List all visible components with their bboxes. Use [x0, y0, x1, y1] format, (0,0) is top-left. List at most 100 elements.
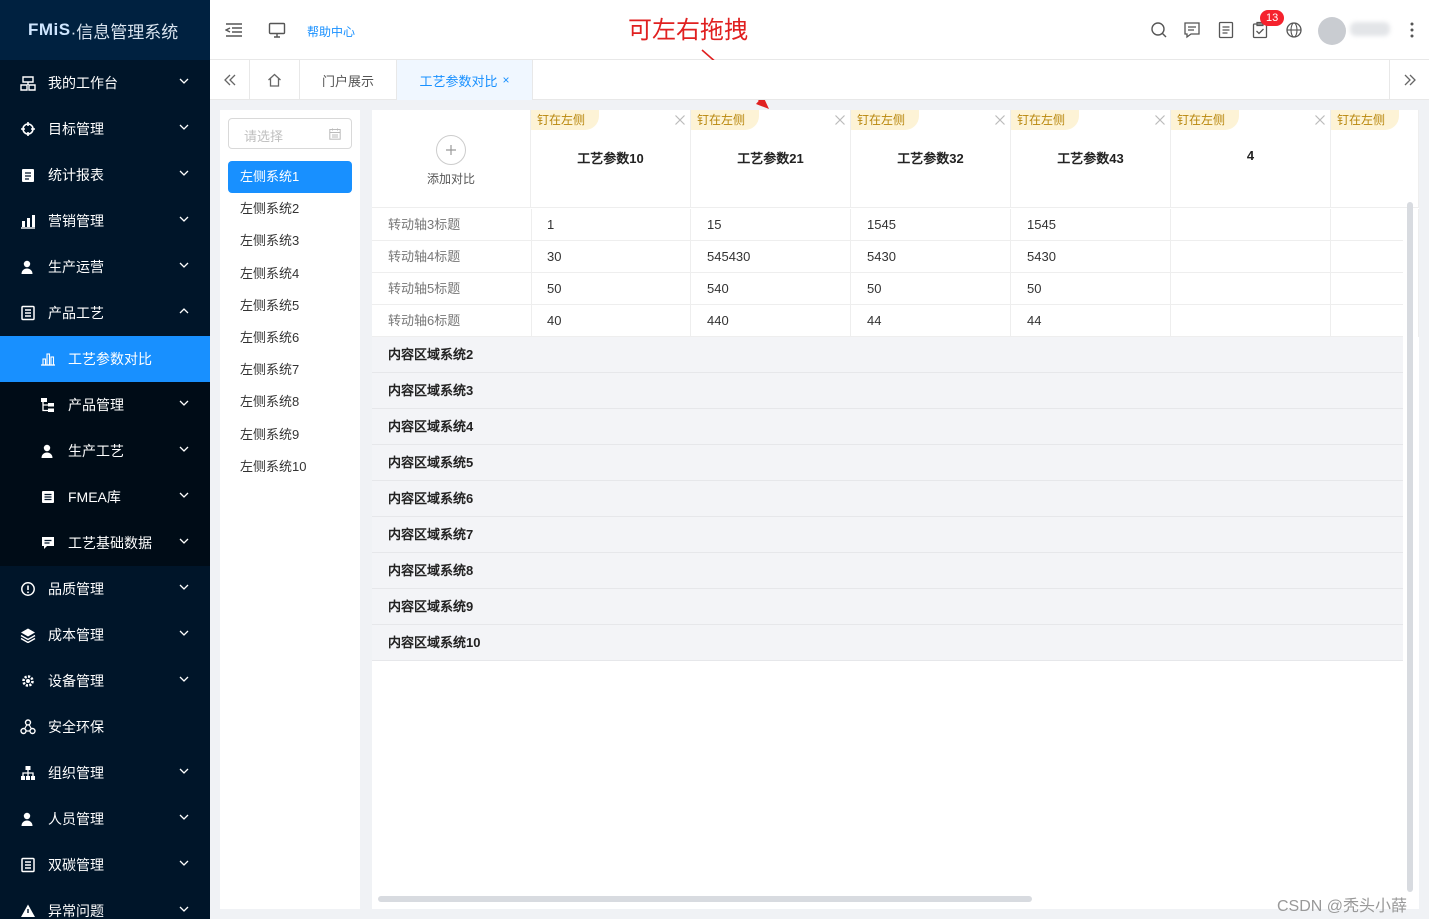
org-icon: [20, 765, 36, 781]
notification-badge: 13: [1260, 10, 1285, 26]
remove-column-icon[interactable]: [994, 114, 1006, 126]
system-list-item[interactable]: 左侧系统3: [228, 225, 352, 257]
sidebar-item-sidebar-sub_items-2[interactable]: 生产工艺: [0, 428, 210, 474]
row-label: 转动轴4标题: [372, 241, 532, 273]
tabs-scroll-right-button[interactable]: [1389, 60, 1429, 100]
tab-portal[interactable]: 门户展示: [300, 60, 397, 100]
sidebar-item-sidebar-sub_items-4[interactable]: 工艺基础数据: [0, 520, 210, 566]
chevron-down-icon: [178, 75, 190, 87]
logo-text: ·信息管理系统: [70, 22, 179, 42]
sidebar-item-sidebar-items-0[interactable]: 我的工作台: [0, 60, 210, 106]
sidebar-item-sidebar-items-2[interactable]: 统计报表: [0, 152, 210, 198]
drag-annotation: 可左右拖拽: [628, 18, 748, 44]
pin-left-button[interactable]: 钉在左侧: [1171, 110, 1240, 130]
plus-icon: [446, 145, 456, 155]
watermark: CSDN @秃头小薛: [1277, 898, 1408, 915]
remove-column-icon[interactable]: [1314, 114, 1326, 126]
list-icon: [40, 489, 56, 505]
tab-close-icon[interactable]: ×: [503, 73, 510, 87]
system-list-item[interactable]: 左侧系统7: [228, 354, 352, 386]
sidebar-item-label: 设备管理: [48, 673, 104, 689]
sidebar-item-sidebar-items_after-3[interactable]: 安全环保: [0, 704, 210, 750]
sidebar-item-sidebar-items_after-7[interactable]: 异常问题: [0, 888, 210, 919]
sidebar-item-label: 产品工艺: [48, 305, 104, 321]
sidebar-item-sidebar-items-4[interactable]: 生产运营: [0, 244, 210, 290]
user-icon: [20, 811, 36, 827]
tab-home[interactable]: [250, 60, 300, 100]
pin-left-button[interactable]: 钉在左侧: [531, 110, 600, 130]
vertical-scrollbar[interactable]: [1407, 202, 1413, 892]
content-group-row[interactable]: 内容区域系统7: [372, 517, 1403, 553]
table-cell: 44: [1011, 305, 1171, 337]
content-group-row[interactable]: 内容区域系统2: [372, 337, 1403, 373]
table-cell: 545430: [691, 241, 851, 273]
sidebar-item-sidebar-items_after-1[interactable]: 成本管理: [0, 612, 210, 658]
sidebar-item-sidebar-items_after-4[interactable]: 组织管理: [0, 750, 210, 796]
search-icon[interactable]: [1149, 20, 1169, 40]
calendar-icon: [329, 128, 341, 140]
sidebar-item-sidebar-sub_items-3[interactable]: FMEA库: [0, 474, 210, 520]
pin-left-button[interactable]: 钉在左侧: [691, 110, 760, 130]
chevron-down-icon: [178, 259, 190, 271]
user-icon: [40, 443, 56, 459]
more-vertical-icon[interactable]: [1402, 20, 1422, 40]
content-group-row[interactable]: 内容区域系统9: [372, 589, 1403, 625]
content-group-row[interactable]: 内容区域系统10: [372, 625, 1403, 661]
remove-column-icon[interactable]: [674, 114, 686, 126]
system-list-item[interactable]: 左侧系统2: [228, 193, 352, 225]
sidebar-item-sidebar-items-5[interactable]: 产品工艺: [0, 290, 210, 336]
system-list-item[interactable]: 左侧系统10: [228, 451, 352, 483]
sidebar-item-sidebar-items-3[interactable]: 营销管理: [0, 198, 210, 244]
sidebar-item-sidebar-items_after-6[interactable]: 双碳管理: [0, 842, 210, 888]
pin-left-button[interactable]: 钉在左侧: [1011, 110, 1080, 130]
system-list-item[interactable]: 左侧系统8: [228, 386, 352, 418]
system-list-item[interactable]: 左侧系统4: [228, 258, 352, 290]
sidebar-item-sidebar-items_after-2[interactable]: 设备管理: [0, 658, 210, 704]
table-cell: 5430: [851, 241, 1011, 273]
add-compare-button[interactable]: [436, 135, 466, 165]
sidebar-item-sidebar-items_after-0[interactable]: 品质管理: [0, 566, 210, 612]
table-cell: [1171, 305, 1331, 337]
menu-fold-icon[interactable]: [224, 20, 244, 40]
user-name-blurred[interactable]: [1350, 22, 1390, 36]
globe-icon[interactable]: [1284, 20, 1304, 40]
system-list-item[interactable]: 左侧系统1: [228, 161, 352, 193]
tab-process-compare[interactable]: 工艺参数对比 ×: [397, 60, 533, 100]
sidebar-item-sidebar-sub_items-0[interactable]: 工艺参数对比: [0, 336, 210, 382]
table-cell: 40: [531, 305, 691, 337]
sidebar-item-sidebar-sub_items-1[interactable]: 产品管理: [0, 382, 210, 428]
message-icon[interactable]: [1182, 20, 1202, 40]
workbench-icon: [20, 75, 36, 91]
sidebar-item-sidebar-items_after-5[interactable]: 人员管理: [0, 796, 210, 842]
sidebar-item-label: 异常问题: [48, 903, 104, 919]
document-icon[interactable]: [1216, 20, 1236, 40]
content-group-row[interactable]: 内容区域系统8: [372, 553, 1403, 589]
pin-left-button[interactable]: 钉在左侧: [851, 110, 920, 130]
help-center-link[interactable]: 帮助中心: [307, 23, 355, 40]
sidebar-item-label: 安全环保: [48, 719, 104, 735]
system-list-item[interactable]: 左侧系统6: [228, 322, 352, 354]
monitor-icon[interactable]: [267, 20, 287, 40]
remove-column-icon[interactable]: [1154, 114, 1166, 126]
app-logo[interactable]: FMiS ·信息管理系统: [0, 0, 210, 60]
table-cell: 50: [531, 273, 691, 305]
horizontal-scrollbar[interactable]: [378, 896, 1032, 902]
row-label: 转动轴6标题: [372, 305, 532, 337]
compare-column-title: 工艺参数43: [1057, 151, 1124, 166]
table-cell: 15: [691, 209, 851, 241]
content-group-row[interactable]: 内容区域系统6: [372, 481, 1403, 517]
sidebar-item-label: 成本管理: [48, 627, 104, 643]
system-list-item[interactable]: 左侧系统9: [228, 419, 352, 451]
content-group-row[interactable]: 内容区域系统5: [372, 445, 1403, 481]
pin-left-button[interactable]: 钉在左侧: [1331, 110, 1400, 130]
system-list-item[interactable]: 左侧系统5: [228, 290, 352, 322]
content-group-row[interactable]: 内容区域系统4: [372, 409, 1403, 445]
sidebar-item-sidebar-items-1[interactable]: 目标管理: [0, 106, 210, 152]
chevron-down-icon: [178, 627, 190, 639]
avatar[interactable]: [1318, 17, 1346, 45]
tabs-scroll-left-button[interactable]: [210, 60, 250, 100]
content-group-row[interactable]: 内容区域系统3: [372, 373, 1403, 409]
remove-column-icon[interactable]: [834, 114, 846, 126]
double-chevron-left-icon: [223, 74, 235, 86]
system-select[interactable]: 请选择: [228, 118, 352, 149]
